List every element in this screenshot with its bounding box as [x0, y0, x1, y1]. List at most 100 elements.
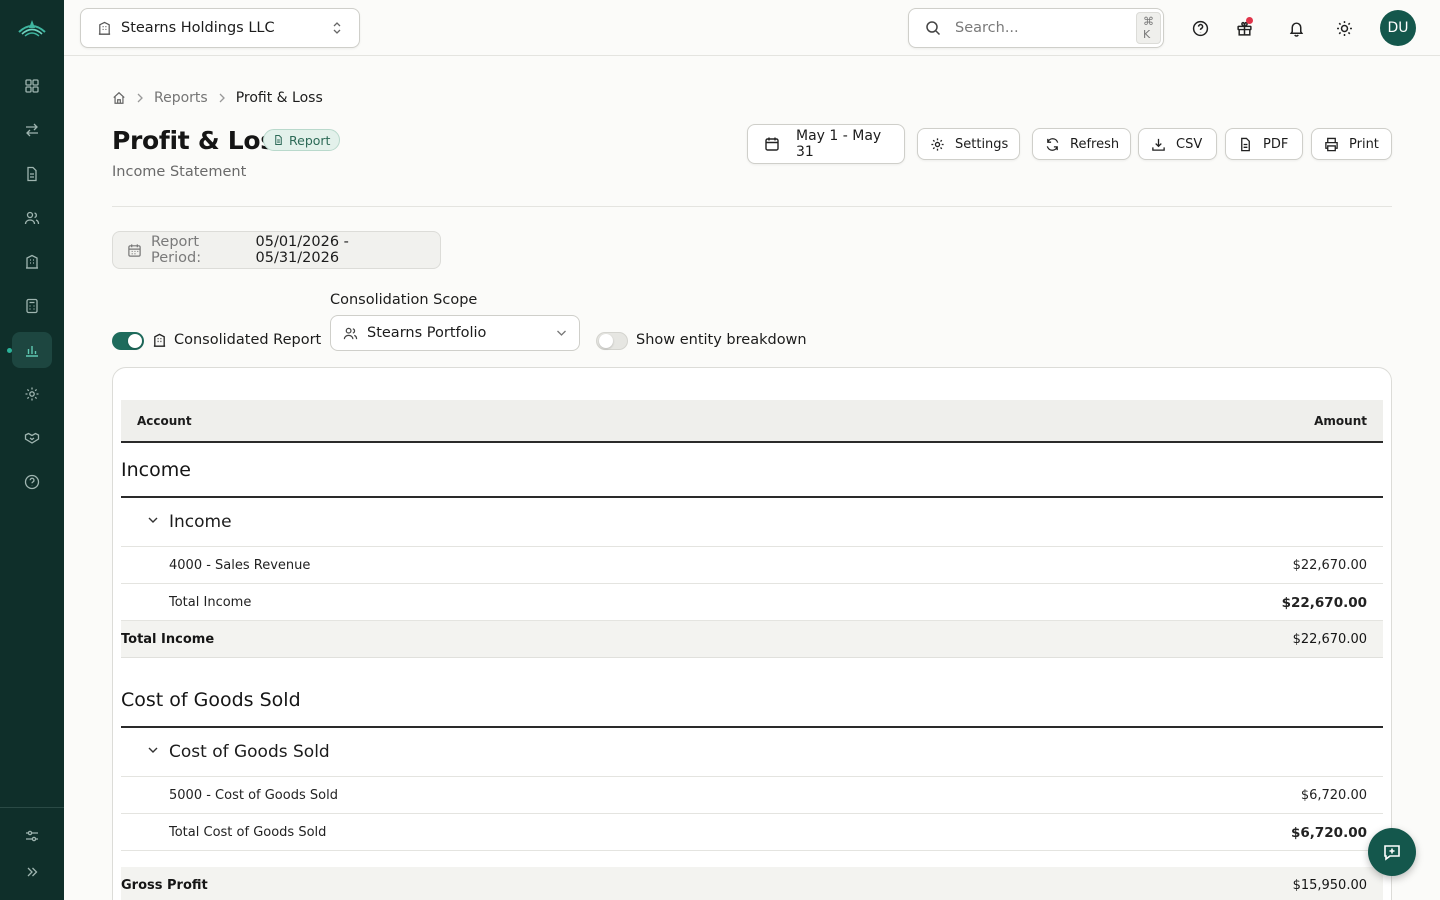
breadcrumb-current: Profit & Loss [235, 90, 323, 106]
sidebar-item-dashboard[interactable] [12, 68, 52, 104]
sun-icon [1336, 20, 1353, 37]
scope-select[interactable]: Stearns Portfolio [330, 315, 580, 351]
table-row[interactable]: 5000 - Cost of Goods Sold $6,720.00 [121, 777, 1383, 814]
report-period: Report Period: 05/01/2026 - 05/31/2026 [112, 231, 441, 269]
top-bar: Stearns Holdings LLC ⌘ K DU [64, 0, 1440, 56]
chevron-right-icon [218, 93, 226, 103]
section-income: Income [121, 443, 1383, 498]
sidebar-item-calculator[interactable] [12, 288, 52, 324]
sidebar-item-partners[interactable] [12, 420, 52, 456]
document-icon [273, 134, 284, 146]
section-title: Cost of Goods Sold [121, 689, 301, 711]
sidebar-item-transactions[interactable] [12, 112, 52, 148]
entity-breakdown-label: Show entity breakdown [636, 332, 807, 348]
toggle-knob [128, 334, 142, 348]
building-icon [152, 333, 167, 348]
whats-new-button[interactable] [1233, 17, 1255, 39]
refresh-label: Refresh [1070, 136, 1120, 152]
gross-profit-label: Gross Profit [121, 878, 208, 893]
scope-label: Consolidation Scope [330, 292, 478, 308]
subtotal-row: Total Income $22,670.00 [121, 584, 1383, 621]
chevron-up-down-icon [331, 21, 343, 35]
chevron-down-icon[interactable] [147, 516, 159, 524]
search-input[interactable] [955, 20, 1136, 36]
account-name: 5000 - Cost of Goods Sold [169, 788, 338, 803]
section-title: Income [121, 459, 191, 481]
chevron-right-icon [136, 93, 144, 103]
chevron-down-icon[interactable] [147, 746, 159, 754]
gear-icon [24, 386, 40, 402]
pdf-export-button[interactable]: PDF [1225, 128, 1303, 160]
breadcrumb-reports[interactable]: Reports [154, 90, 208, 106]
users-icon [343, 326, 358, 341]
column-amount: Amount [1314, 414, 1367, 428]
print-label: Print [1349, 136, 1379, 152]
badge-label: Report [289, 132, 331, 148]
notification-dot [1246, 17, 1253, 24]
refresh-icon [1045, 137, 1060, 152]
active-indicator [7, 348, 12, 353]
total-row: Total Income $22,670.00 [121, 621, 1383, 658]
help-circle-icon [24, 474, 40, 490]
user-avatar[interactable]: DU [1380, 10, 1416, 46]
csv-export-button[interactable]: CSV [1138, 128, 1217, 160]
building-icon [97, 21, 112, 36]
settings-label: Settings [955, 136, 1009, 152]
calendar-icon [764, 136, 780, 152]
group-income[interactable]: Income [121, 498, 1383, 547]
settings-button[interactable]: Settings [917, 128, 1020, 160]
table-row[interactable]: 4000 - Sales Revenue $22,670.00 [121, 547, 1383, 584]
printer-icon [1324, 137, 1339, 152]
subtotal-row: Total Cost of Goods Sold $6,720.00 [121, 814, 1383, 851]
bell-icon [1288, 20, 1305, 37]
search-icon [925, 20, 941, 36]
print-button[interactable]: Print [1311, 128, 1392, 160]
date-range-button[interactable]: May 1 - May 31 [747, 124, 905, 164]
notifications-button[interactable] [1285, 17, 1307, 39]
subtotal-amount: $22,670.00 [1281, 595, 1367, 611]
breadcrumb: Reports Profit & Loss [112, 88, 323, 108]
group-cogs[interactable]: Cost of Goods Sold [121, 728, 1383, 777]
refresh-button[interactable]: Refresh [1032, 128, 1131, 160]
report-badge: Report [263, 129, 341, 151]
calculator-icon [24, 298, 40, 314]
subtotal-label: Total Income [169, 595, 252, 610]
theme-toggle-button[interactable] [1333, 17, 1355, 39]
page-subtitle: Income Statement [112, 164, 247, 180]
chat-button[interactable] [1368, 828, 1416, 876]
consolidated-toggle[interactable] [112, 332, 144, 350]
date-range-label: May 1 - May 31 [796, 128, 882, 160]
sidebar-item-documents[interactable] [12, 156, 52, 192]
sidebar-divider [0, 807, 64, 808]
section-cogs: Cost of Goods Sold [121, 658, 1383, 728]
search-box[interactable]: ⌘ K [908, 8, 1164, 48]
csv-label: CSV [1176, 136, 1203, 152]
sidebar-item-contacts[interactable] [12, 200, 52, 236]
gross-profit-amount: $15,950.00 [1292, 878, 1367, 893]
sidebar-item-reports[interactable] [7, 332, 52, 368]
gross-profit-row: Gross Profit $15,950.00 [121, 867, 1383, 900]
entity-breakdown-toggle[interactable] [596, 332, 628, 350]
subtotal-amount: $6,720.00 [1290, 825, 1367, 841]
transfer-arrows-icon [24, 122, 40, 138]
home-icon[interactable] [112, 91, 126, 105]
app-logo-icon[interactable] [17, 16, 47, 38]
sidebar-item-preferences[interactable] [12, 818, 52, 854]
toggle-knob [599, 334, 613, 348]
help-circle-icon [1192, 20, 1209, 37]
help-button[interactable] [1189, 17, 1211, 39]
subtotal-label: Total Cost of Goods Sold [169, 825, 327, 840]
sidebar [0, 0, 64, 900]
group-title: Income [169, 512, 232, 532]
sidebar-item-help[interactable] [12, 464, 52, 500]
sidebar-item-entities[interactable] [12, 244, 52, 280]
report-table: Account Amount Income Income 4000 - Sale… [112, 367, 1392, 900]
header-divider [112, 206, 1392, 207]
entity-selector[interactable]: Stearns Holdings LLC [80, 8, 360, 48]
sidebar-expand-button[interactable] [12, 854, 52, 890]
dashboard-icon [24, 78, 40, 94]
report-period-label: Report Period: [151, 234, 202, 266]
handshake-icon [24, 430, 40, 446]
sidebar-item-settings[interactable] [12, 376, 52, 412]
account-amount: $6,720.00 [1300, 788, 1367, 803]
